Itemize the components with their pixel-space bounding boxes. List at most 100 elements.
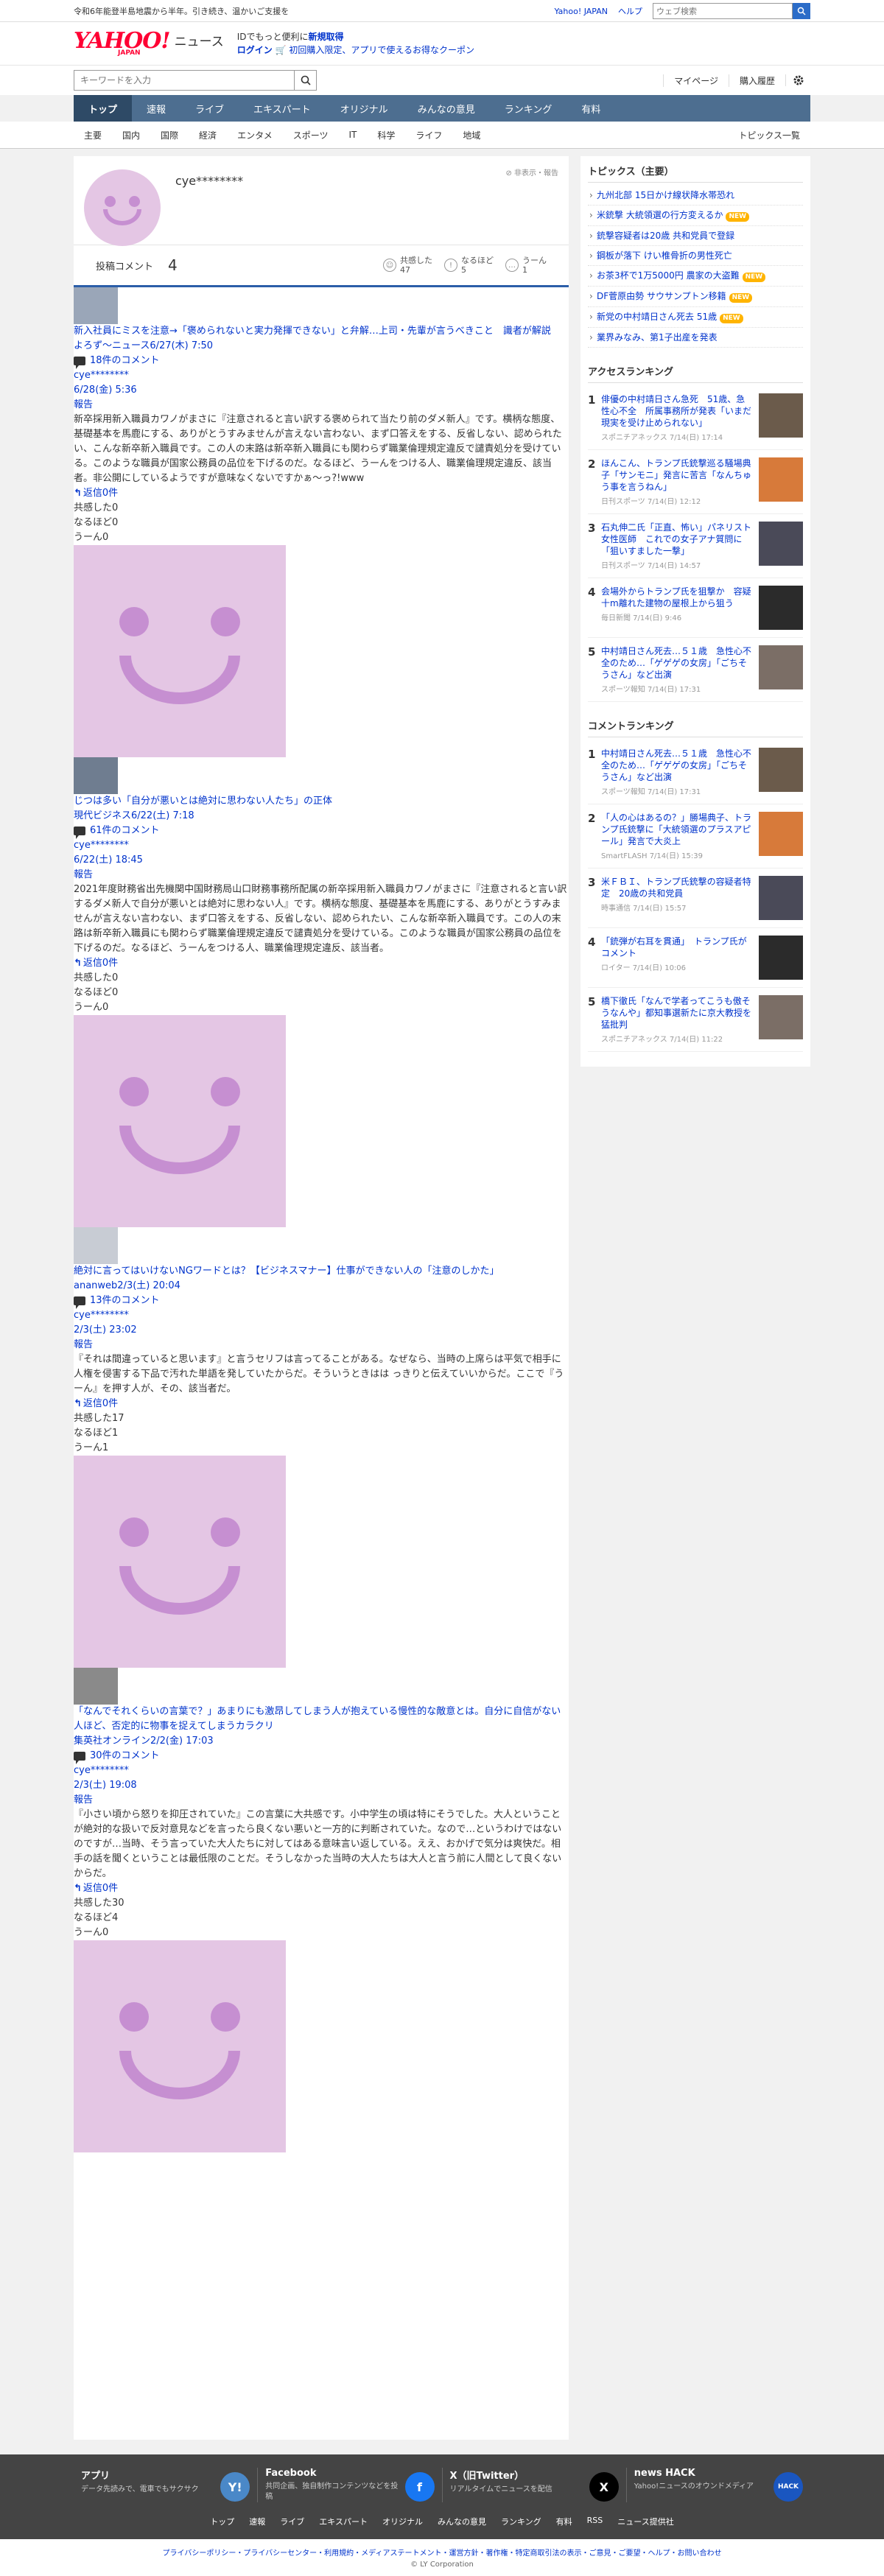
web-search-input[interactable] xyxy=(653,3,793,19)
category-economy[interactable]: 経済 xyxy=(189,129,227,141)
comment-username[interactable]: cye******** xyxy=(74,1308,569,1323)
ranking-thumbnail[interactable] xyxy=(759,936,803,980)
coupon-link[interactable]: 初回購入限定、アプリで使えるお得なクーポン xyxy=(289,45,474,55)
footer-app-link[interactable]: X（旧Twitter） リアルタイムでニュースを配信 X xyxy=(443,2468,627,2502)
article-source[interactable]: 現代ビジネス6/22(土) 7:18 xyxy=(74,809,569,824)
footer-app-link[interactable]: アプリ データ先読みで、電車でもサクサク Y! xyxy=(74,2468,259,2502)
settings-button[interactable] xyxy=(785,74,810,86)
footer-app-link[interactable]: news HACK Yahoo!ニュースのオウンドメディア HACK xyxy=(627,2468,810,2502)
comment-date[interactable]: 6/28(金) 5:36 xyxy=(74,383,569,398)
comment-username[interactable]: cye******** xyxy=(74,1763,569,1778)
category-main[interactable]: 主要 xyxy=(74,129,112,141)
ranking-thumbnail[interactable] xyxy=(759,876,803,920)
comment-date[interactable]: 2/3(土) 19:08 xyxy=(74,1778,569,1793)
tab-breaking[interactable]: 速報 xyxy=(132,95,180,122)
ranking-title[interactable]: 俳優の中村靖日さん急死 51歳、急性心不全 所属事務所が発表「いまだ現実を受け止… xyxy=(601,393,753,429)
footer-app-link[interactable]: Facebook 共同企画、独自制作コンテンツなどを投稿 f xyxy=(258,2468,443,2502)
comment-count[interactable]: 13件のコメント xyxy=(74,1294,569,1309)
reply-link[interactable]: ↰ 返信0件 xyxy=(74,1881,569,1896)
footer-nav-link[interactable]: オリジナル xyxy=(375,2516,430,2527)
mypage-link[interactable]: マイページ xyxy=(663,74,729,87)
article-thumbnail[interactable] xyxy=(74,757,118,794)
ranking-title[interactable]: ほんこん、トランプ氏銃撃巡る騒場典子「サンモニ」発言に苦言「なんちゅう事を言うね… xyxy=(601,457,753,493)
topic-item[interactable]: 新党の中村靖日さん死去 51歳NEW xyxy=(588,307,803,328)
reply-link[interactable]: ↰ 返信0件 xyxy=(74,1397,569,1411)
ranking-thumbnail[interactable] xyxy=(759,457,803,502)
article-thumbnail[interactable] xyxy=(74,1227,118,1264)
ranking-item[interactable]: 1 俳優の中村靖日さん急死 51歳、急性心不全 所属事務所が発表「いまだ現実を受け… xyxy=(588,386,803,450)
footer-nav-link[interactable]: みんなの意見 xyxy=(430,2516,494,2527)
ranking-title[interactable]: 中村靖日さん死去…５１歳 急性心不全のため…「ゲゲゲの女房」「ごちそうさん」など… xyxy=(601,748,753,783)
topic-item[interactable]: DF菅原由勢 サウサンプトン移籍NEW xyxy=(588,287,803,307)
footer-nav-link[interactable]: エキスパート xyxy=(312,2516,375,2527)
tab-original[interactable]: オリジナル xyxy=(326,95,403,122)
reply-link[interactable]: ↰ 返信0件 xyxy=(74,956,569,971)
ranking-title[interactable]: 橋下徹氏「なんで学者ってこうも傲そうなんや」都知事選新たに京大教授を猛批判 xyxy=(601,995,753,1031)
ranking-item[interactable]: 3 米ＦＢＩ、トランプ氏銃撃の容疑者特定 20歳の共和党員 時事通信 7/14(日)… xyxy=(588,868,803,928)
ranking-title[interactable]: 中村靖日さん死去…５１歳 急性心不全のため…「ゲゲゲの女房」「ごちそうさん」など… xyxy=(601,645,753,681)
footer-nav-link[interactable]: RSS xyxy=(580,2516,611,2527)
category-science[interactable]: 科学 xyxy=(367,129,405,141)
tab-ranking[interactable]: ランキング xyxy=(490,95,567,122)
ranking-title[interactable]: 「銃弾が右耳を貫通」 トランプ氏がコメント xyxy=(601,936,753,959)
comment-count[interactable]: 61件のコメント xyxy=(74,824,569,839)
topics-list-link[interactable]: トピックス一覧 xyxy=(728,129,810,141)
category-domestic[interactable]: 国内 xyxy=(112,129,150,141)
register-link[interactable]: 新規取得 xyxy=(309,32,344,42)
category-sports[interactable]: スポーツ xyxy=(283,129,339,141)
article-source[interactable]: 集英社オンライン2/2(金) 17:03 xyxy=(74,1734,569,1749)
category-it[interactable]: IT xyxy=(338,130,367,140)
footer-links[interactable]: プライバシーポリシー・プライバシーセンター・利用規約・メディアステートメント・運… xyxy=(0,2547,884,2558)
tab-opinions[interactable]: みんなの意見 xyxy=(403,95,490,122)
category-local[interactable]: 地域 xyxy=(452,129,491,141)
hide-report-link[interactable]: ⊘ 非表示・報告 xyxy=(505,166,558,178)
service-name[interactable]: ニュース xyxy=(175,31,224,49)
ranking-thumbnail[interactable] xyxy=(759,393,803,438)
web-search-button[interactable] xyxy=(793,3,810,19)
ranking-thumbnail[interactable] xyxy=(759,645,803,689)
comment-date[interactable]: 6/22(土) 18:45 xyxy=(74,853,569,868)
category-life[interactable]: ライフ xyxy=(405,129,452,141)
article-thumbnail[interactable] xyxy=(74,287,118,324)
tab-expert[interactable]: エキスパート xyxy=(239,95,326,122)
article-title[interactable]: 「なんでそれくらいの言葉で？」あまりにも激昂してしまう人が抱えている慢性的な敵意… xyxy=(74,1705,569,1734)
notice-link[interactable]: 令和6年能登半島地震から半年。引き続き、温かいご支援を xyxy=(74,5,544,17)
topic-item[interactable]: 業界みなみ、第1子出産を発表 xyxy=(588,328,803,348)
ranking-item[interactable]: 4 「銃弾が右耳を貫通」 トランプ氏がコメント ロイター 7/14(日) 10:06 xyxy=(588,928,803,988)
news-search-input[interactable] xyxy=(74,70,295,91)
footer-nav-link[interactable]: 速報 xyxy=(242,2516,273,2527)
footer-nav-link[interactable]: ニュース提供社 xyxy=(610,2516,681,2527)
category-world[interactable]: 国際 xyxy=(150,129,189,141)
comment-date[interactable]: 2/3(土) 23:02 xyxy=(74,1323,569,1338)
tab-top[interactable]: トップ xyxy=(74,95,133,122)
report-link[interactable]: 報告 xyxy=(74,398,569,413)
yahoo-logo[interactable]: YAHOO! JAPAN xyxy=(74,30,171,57)
comment-count[interactable]: 30件のコメント xyxy=(74,1749,569,1764)
footer-nav-link[interactable]: ライブ xyxy=(273,2516,312,2527)
ranking-item[interactable]: 4 会場外からトランプ氏を狙撃か 容疑十m離れた建物の屋根上から狙う 毎日新聞 7/… xyxy=(588,578,803,638)
comment-count[interactable]: 18件のコメント xyxy=(74,354,569,369)
ranking-title[interactable]: 「人の心はあるの？」勝場典子、トランプ氏銃撃に「大統領選のプラスアピール」発言で… xyxy=(601,812,753,847)
comment-username[interactable]: cye******** xyxy=(74,368,569,383)
help-link[interactable]: ヘルプ xyxy=(618,5,642,17)
ranking-thumbnail[interactable] xyxy=(759,748,803,792)
topic-item[interactable]: 九州北部 15日かけ線状降水帯恐れ xyxy=(588,186,803,206)
article-source[interactable]: よろず～ニュース6/27(木) 7:50 xyxy=(74,339,569,354)
article-thumbnail[interactable] xyxy=(74,1668,118,1705)
article-title[interactable]: 絶対に言ってはいけないNGワードとは？【ビジネスマナー】仕事ができない人の「注意… xyxy=(74,1264,569,1279)
footer-nav-link[interactable]: 有料 xyxy=(549,2516,580,2527)
ranking-item[interactable]: 1 中村靖日さん死去…５１歳 急性心不全のため…「ゲゲゲの女房」「ごちそうさん」な… xyxy=(588,740,803,804)
ranking-item[interactable]: 2 「人の心はあるの？」勝場典子、トランプ氏銃撃に「大統領選のプラスアピール」発言… xyxy=(588,804,803,868)
purchase-history-link[interactable]: 購入履歴 xyxy=(728,74,785,87)
yahoo-japan-link[interactable]: Yahoo! JAPAN xyxy=(554,7,608,16)
footer-nav-link[interactable]: ランキング xyxy=(494,2516,549,2527)
ranking-title[interactable]: 米ＦＢＩ、トランプ氏銃撃の容疑者特定 20歳の共和党員 xyxy=(601,876,753,899)
article-source[interactable]: ananweb2/3(土) 20:04 xyxy=(74,1279,569,1294)
topic-item[interactable]: お茶3杯で1万5000円 農家の大盗難NEW xyxy=(588,266,803,287)
news-search-button[interactable] xyxy=(295,70,317,91)
topic-item[interactable]: 鋼板が落下 けい椎骨折の男性死亡 xyxy=(588,246,803,266)
login-link[interactable]: ログイン xyxy=(237,45,273,55)
footer-nav-link[interactable]: トップ xyxy=(203,2516,242,2527)
report-link[interactable]: 報告 xyxy=(74,1793,569,1808)
ranking-item[interactable]: 5 中村靖日さん死去…５１歳 急性心不全のため…「ゲゲゲの女房」「ごちそうさん」な… xyxy=(588,638,803,702)
